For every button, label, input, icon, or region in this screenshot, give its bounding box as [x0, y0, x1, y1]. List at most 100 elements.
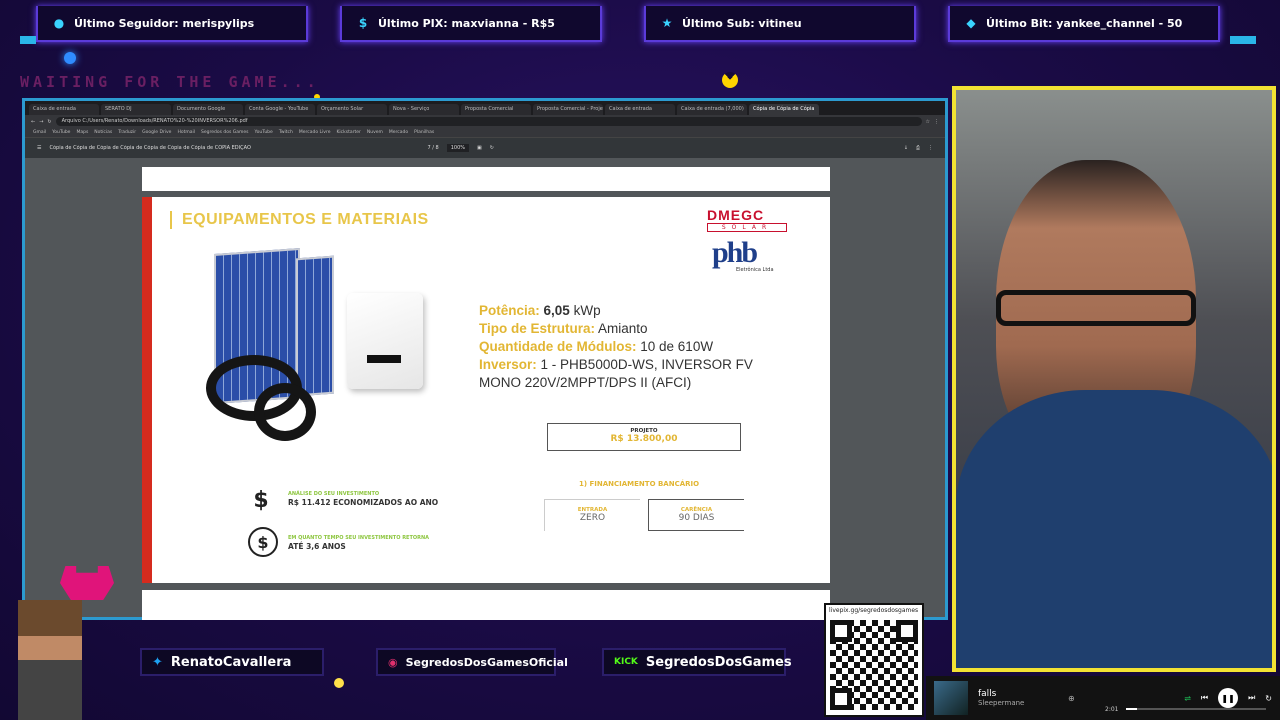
- bookmark[interactable]: Google Drive: [142, 130, 171, 135]
- alert-sub-text: Último Sub: vitineu: [682, 16, 802, 30]
- tab-strip: Caixa de entrada SERATO DJ Documento Goo…: [25, 101, 945, 115]
- tab[interactable]: SERATO DJ: [101, 104, 171, 115]
- back-icon[interactable]: ←: [31, 119, 35, 125]
- deco-left: [20, 36, 36, 44]
- social-twitter[interactable]: ✦ RenatoCavallera: [140, 648, 324, 676]
- tab[interactable]: Conta Google - YouTube: [245, 104, 315, 115]
- bookmark[interactable]: YouTube: [52, 130, 70, 135]
- bookmark[interactable]: Traduzir: [118, 130, 136, 135]
- modulos-value: 10 de 610W: [640, 339, 714, 354]
- bookmark[interactable]: Hotmail: [177, 130, 195, 135]
- inversor-value-2: MONO 220V/2MPPT/DPS II (AFCI): [479, 375, 692, 390]
- bookmark[interactable]: Maps: [76, 130, 88, 135]
- dollar-chart-icon: $: [253, 487, 269, 513]
- retorno-value: ATÉ 3,6 ANOS: [288, 542, 346, 551]
- bookmarks-bar: Gmail YouTube Maps Notícias Traduzir Goo…: [25, 128, 945, 138]
- rotate-icon[interactable]: ↻: [490, 145, 494, 151]
- entrada-cell: ENTRADA ZERO: [544, 499, 640, 531]
- social-kick[interactable]: KICK SegredosDosGames: [602, 648, 792, 676]
- forward-icon[interactable]: →: [39, 119, 43, 125]
- track-artist: Sleepermane: [978, 699, 1025, 707]
- alert-pix: $ Último PIX: maxvianna - R$5: [340, 6, 602, 42]
- cable-coil-image: [254, 383, 316, 441]
- pellet: [334, 678, 344, 688]
- star-bookmark-icon[interactable]: ☆: [926, 119, 930, 125]
- retorno-label: EM QUANTO TEMPO SEU INVESTIMENTO RETORNA: [288, 535, 430, 541]
- alert-sub: ★ Último Sub: vitineu: [644, 6, 916, 42]
- analise-label: ANÁLISE DO SEU INVESTIMENTO: [288, 491, 380, 497]
- page-number[interactable]: 7 / 8: [427, 145, 438, 151]
- progress-fill: [1126, 708, 1138, 710]
- estrutura-value: Amianto: [598, 321, 648, 336]
- download-icon[interactable]: ↓: [904, 145, 908, 151]
- qr-code-block[interactable]: livepix.gg/segredosdosgames: [824, 603, 924, 717]
- previous-icon[interactable]: ⏮: [1201, 693, 1208, 703]
- tab[interactable]: Caixa de entrada: [605, 104, 675, 115]
- bookmark[interactable]: Gmail: [33, 130, 46, 135]
- tab-active[interactable]: Cópia de Cópia de Cópia: [749, 104, 819, 115]
- url-field[interactable]: Arquivo C:/Users/Renato/Downloads/RENATO…: [55, 117, 922, 126]
- potencia-unit: kWp: [573, 303, 601, 318]
- instagram-icon: ◉: [388, 655, 398, 669]
- stream-overlay: ● Último Seguidor: merispylips $ Último …: [0, 0, 1280, 720]
- qr-code-icon: [830, 620, 918, 710]
- repeat-icon[interactable]: ↻: [1265, 694, 1272, 703]
- dollar-icon: $: [358, 16, 368, 30]
- pause-icon[interactable]: ❚❚: [1218, 688, 1239, 708]
- alert-follower-text: Último Seguidor: merispylips: [74, 16, 255, 30]
- page-title: EQUIPAMENTOS E MATERIAIS: [170, 211, 429, 229]
- person-shirt: [956, 390, 1272, 668]
- tab[interactable]: Documento Google: [173, 104, 243, 115]
- tab[interactable]: Orçamento Solar: [317, 104, 387, 115]
- dmegc-logo-text: DMEGC: [707, 207, 765, 223]
- print-icon[interactable]: ⎙: [916, 145, 920, 151]
- menu-icon[interactable]: ⋮: [934, 119, 939, 125]
- tab[interactable]: Proposta Comercial: [461, 104, 531, 115]
- diamond-icon: ◆: [966, 16, 976, 30]
- progress-bar[interactable]: [1126, 708, 1266, 710]
- shuffle-icon[interactable]: ⇌: [1184, 694, 1191, 703]
- solar-panel-image: [296, 255, 334, 397]
- kick-handle: SegredosDosGames: [645, 654, 792, 670]
- more-icon[interactable]: ⋮: [928, 145, 933, 151]
- next-icon[interactable]: ⏭: [1248, 693, 1255, 703]
- webcam-feed: [952, 86, 1276, 672]
- reload-icon[interactable]: ↻: [47, 119, 51, 125]
- add-icon[interactable]: ⊕: [1068, 694, 1075, 703]
- bookmark[interactable]: Planilhas: [414, 130, 434, 135]
- tab[interactable]: Caixa de entrada (7,000): [677, 104, 747, 115]
- address-bar: ← → ↻ Arquivo C:/Users/Renato/Downloads/…: [25, 115, 945, 128]
- entrada-value: ZERO: [579, 513, 606, 523]
- bookmark[interactable]: Mercado: [389, 130, 408, 135]
- instagram-handle: SegredosDosGamesOficial: [405, 655, 568, 669]
- projeto-box: PROJETO R$ 13.800,00: [547, 423, 741, 451]
- bookmark[interactable]: Twitch: [279, 130, 293, 135]
- bookmark[interactable]: Notícias: [94, 130, 112, 135]
- bookmark[interactable]: Mercado Livre: [299, 130, 331, 135]
- kick-icon: KICK: [614, 657, 638, 667]
- dmegc-logo: DMEGC SOLAR: [707, 207, 787, 232]
- pdf-title: Cópia de Cópia de Cópia de Cópia de Cópi…: [49, 145, 251, 151]
- carencia-cell: CARÊNCIA 90 DIAS: [648, 499, 744, 531]
- bookmark[interactable]: Segredos dos Games: [201, 130, 249, 135]
- tab[interactable]: Nova - Serviço: [389, 104, 459, 115]
- tab[interactable]: Caixa de entrada: [29, 104, 99, 115]
- hamburger-icon[interactable]: ☰: [37, 145, 41, 151]
- social-instagram[interactable]: ◉ SegredosDosGamesOficial: [376, 648, 568, 676]
- estrutura-label: Tipo de Estrutura:: [479, 321, 596, 336]
- bookmark[interactable]: Nuvem: [367, 130, 383, 135]
- pdf-viewport[interactable]: EQUIPAMENTOS E MATERIAIS DMEGC SOLAR phb…: [25, 158, 945, 620]
- album-art: [934, 681, 968, 715]
- fit-page-icon[interactable]: ▣: [477, 145, 482, 151]
- twitter-handle: RenatoCavallera: [170, 654, 292, 670]
- music-player: falls Sleepermane ⊕ ⇌ ⏮ ❚❚ ⏭ ↻: [926, 676, 1280, 720]
- bookmark[interactable]: Kickstarter: [336, 130, 360, 135]
- pdf-toolbar: ☰ Cópia de Cópia de Cópia de Cópia de Có…: [25, 138, 945, 158]
- carencia-value: 90 DIAS: [678, 513, 715, 523]
- track-title: falls: [978, 689, 997, 699]
- zoom-level[interactable]: 100%: [446, 144, 470, 152]
- star-icon: ★: [661, 16, 673, 30]
- alert-follower: ● Último Seguidor: merispylips: [36, 6, 308, 42]
- tab[interactable]: Proposta Comercial - Projeto: [533, 104, 603, 115]
- bookmark[interactable]: YouTube: [255, 130, 273, 135]
